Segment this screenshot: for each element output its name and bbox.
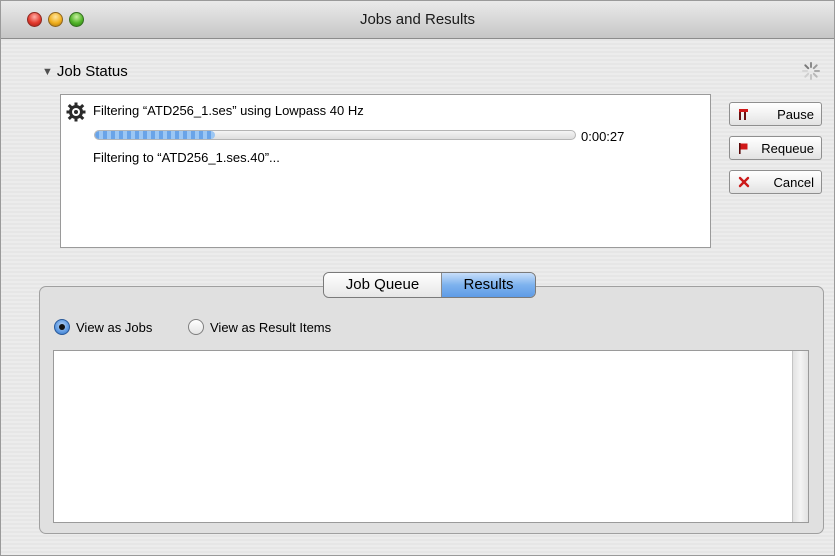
title-bar[interactable]: Jobs and Results — [1, 1, 834, 39]
job-substatus: Filtering to “ATD256_1.ses.40”... — [93, 150, 280, 165]
pause-flag-icon — [739, 109, 748, 120]
cancel-label: Cancel — [773, 174, 814, 190]
tab-job-queue[interactable]: Job Queue — [324, 273, 442, 297]
activity-spinner-icon — [802, 62, 820, 80]
job-status-disclosure[interactable]: ▼ Job Status — [42, 63, 128, 80]
cancel-x-icon — [738, 176, 750, 188]
pause-label: Pause — [777, 106, 814, 122]
view-as-jobs-label: View as Jobs — [76, 319, 153, 335]
radio-selected-icon[interactable] — [54, 319, 70, 335]
job-status-box: Filtering “ATD256_1.ses” using Lowpass 4… — [60, 94, 711, 248]
requeue-button[interactable]: Requeue — [729, 136, 822, 160]
view-as-result-items-radio[interactable]: View as Result Items — [188, 319, 331, 335]
results-list[interactable] — [53, 350, 809, 523]
gear-icon — [66, 102, 86, 122]
radio-unselected-icon[interactable] — [188, 319, 204, 335]
tab-bar: Job Queue Results — [323, 272, 536, 298]
jobs-window: Jobs and Results ▼ Job Status Filtering … — [0, 0, 835, 556]
view-as-jobs-radio[interactable]: View as Jobs — [54, 319, 152, 335]
vertical-scrollbar[interactable] — [792, 351, 808, 522]
requeue-label: Requeue — [761, 140, 814, 156]
elapsed-time: 0:00:27 — [581, 129, 625, 144]
pause-button[interactable]: Pause — [729, 102, 822, 126]
cancel-button[interactable]: Cancel — [729, 170, 822, 194]
view-as-result-items-label: View as Result Items — [210, 319, 332, 335]
job-status-label: Job Status — [56, 63, 128, 80]
disclosure-triangle-icon[interactable]: ▼ — [42, 66, 53, 78]
job-progress-fill — [95, 131, 215, 139]
tab-results[interactable]: Results — [442, 273, 535, 297]
window-title: Jobs and Results — [359, 11, 476, 28]
job-progress-bar — [94, 130, 576, 140]
flag-icon — [739, 143, 748, 154]
job-description: Filtering “ATD256_1.ses” using Lowpass 4… — [93, 103, 364, 118]
